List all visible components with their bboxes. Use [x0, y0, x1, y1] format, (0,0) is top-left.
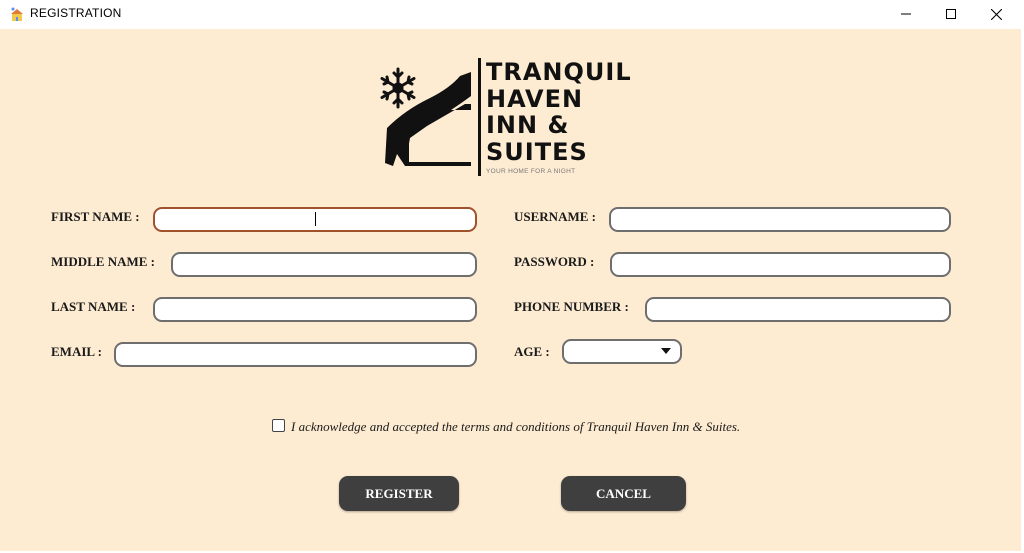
age-label: AGE : — [514, 344, 550, 359]
close-button[interactable] — [973, 0, 1019, 28]
first-name-field[interactable] — [153, 207, 477, 232]
snowflake-icon — [380, 67, 416, 109]
middle-name-field[interactable] — [171, 252, 477, 277]
title-bar: REGISTRATION — [0, 0, 1024, 28]
last-name-label: LAST NAME : — [51, 299, 136, 314]
logo-wordmark: TRANQUIL HAVEN INN & SUITES — [486, 59, 632, 165]
chevron-down-icon — [661, 348, 671, 354]
logo-line-4: SUITES — [486, 137, 588, 166]
minimize-button[interactable] — [883, 0, 929, 28]
text-caret — [315, 212, 316, 226]
cancel-button[interactable]: CANCEL — [561, 476, 686, 511]
username-field[interactable] — [609, 207, 951, 232]
logo-line-1: TRANQUIL — [486, 58, 632, 86]
phone-number-label: PHONE NUMBER : — [514, 299, 629, 314]
middle-name-label: MIDDLE NAME : — [51, 254, 155, 269]
terms-checkbox[interactable] — [272, 419, 285, 432]
password-label: PASSWORD : — [514, 254, 595, 269]
terms-text: I acknowledge and accepted the terms and… — [291, 419, 741, 434]
email-field[interactable] — [114, 342, 477, 367]
password-field[interactable] — [610, 252, 951, 277]
first-name-label: FIRST NAME : — [51, 209, 140, 224]
register-button[interactable]: REGISTER — [339, 476, 459, 511]
logo-tagline: YOUR HOME FOR A NIGHT — [486, 168, 576, 175]
maximize-icon — [946, 9, 956, 19]
app-icon — [9, 6, 25, 22]
username-label: USERNAME : — [514, 209, 596, 224]
email-label: EMAIL : — [51, 344, 102, 359]
phone-number-field[interactable] — [645, 297, 951, 322]
window-title: REGISTRATION — [30, 6, 122, 20]
age-select[interactable] — [562, 339, 682, 364]
logo-divider — [478, 58, 481, 176]
logo-line-2: HAVEN — [486, 84, 584, 113]
minimize-icon — [901, 13, 911, 15]
logo-line-3: INN & — [486, 111, 570, 139]
close-icon — [990, 8, 1002, 20]
maximize-button[interactable] — [928, 0, 974, 28]
last-name-field[interactable] — [153, 297, 477, 322]
